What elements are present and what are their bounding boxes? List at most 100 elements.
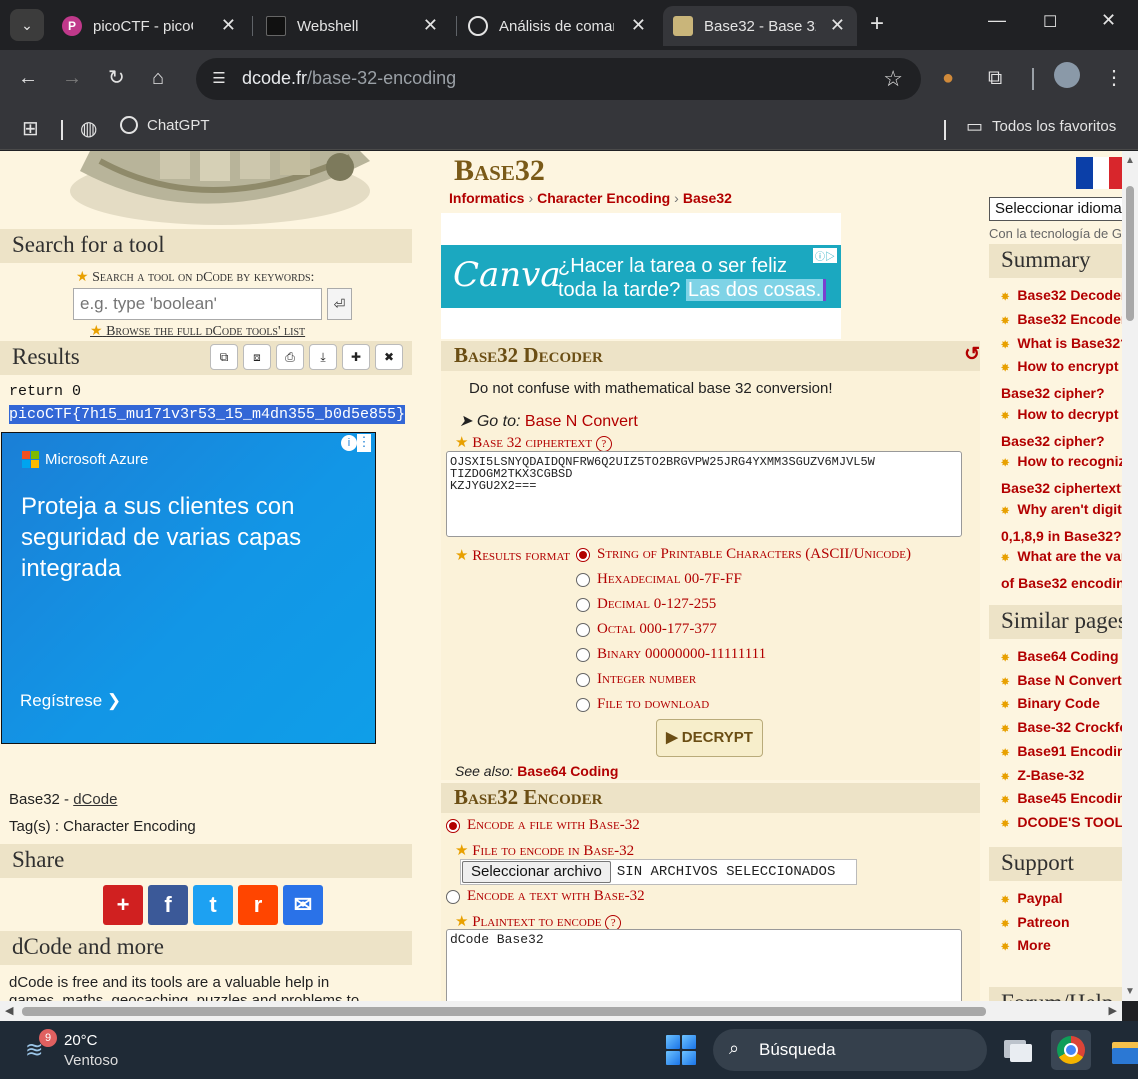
- format-option-binary[interactable]: Binary 00000000-11111111: [576, 646, 766, 663]
- tab-search-button[interactable]: ⌄: [10, 9, 44, 41]
- summary-link[interactable]: ✸ Base32 Encoder: [1001, 307, 1122, 334]
- horizontal-scrollbar[interactable]: ◀ ▶: [0, 1001, 1122, 1021]
- close-results-icon[interactable]: ✖: [375, 344, 403, 370]
- profile-avatar[interactable]: [1054, 62, 1080, 88]
- reddit-icon[interactable]: r: [238, 885, 278, 925]
- ad-info-icon[interactable]: i: [341, 435, 357, 451]
- language-select[interactable]: Seleccionar idioma: [989, 197, 1122, 221]
- globe-icon[interactable]: ◍: [80, 116, 97, 141]
- search-input[interactable]: [73, 288, 322, 320]
- chrome-taskbar-icon[interactable]: [1051, 1030, 1091, 1070]
- bookmark-star-icon[interactable]: ☆: [883, 66, 903, 92]
- search-tool-link[interactable]: ★ Search a tool on dCode by keywords:: [76, 269, 314, 286]
- right-sidebar: Seleccionar idioma Con la tecnología de …: [981, 151, 1122, 1001]
- ad-menu-icon[interactable]: ⋮: [357, 434, 371, 452]
- reload-button[interactable]: ↻: [108, 65, 125, 91]
- paypal-link[interactable]: ✸ Paypal: [1001, 886, 1063, 913]
- crumb-character-encoding[interactable]: Character Encoding: [537, 190, 670, 206]
- home-button[interactable]: ⌂: [152, 65, 164, 91]
- forward-button[interactable]: →: [62, 65, 82, 91]
- summary-link[interactable]: ✸ How to recognize Base32 ciphertext?: [1001, 449, 1122, 500]
- minimize-button[interactable]: —: [988, 10, 1006, 31]
- taskbar-search[interactable]: ⌕ Búsqueda: [713, 1029, 987, 1071]
- result-flag[interactable]: picoCTF{7h15_mu171v3r53_15_m4dn355_b0d5e…: [9, 405, 406, 424]
- tab-webshell[interactable]: Webshell ✕: [256, 6, 450, 46]
- french-flag-icon[interactable]: [1076, 157, 1122, 189]
- encode-file-option[interactable]: Encode a file with Base-32: [446, 817, 640, 834]
- crumb-base32[interactable]: Base32: [683, 190, 732, 206]
- format-option-hex[interactable]: Hexadecimal 00-7F-FF: [576, 571, 742, 588]
- azure-ad[interactable]: Microsoft Azure Proteja a sus clientes c…: [1, 432, 376, 744]
- back-button[interactable]: ←: [18, 65, 38, 91]
- result-line: return 0: [9, 383, 82, 400]
- reset-icon[interactable]: ↺: [964, 343, 980, 366]
- see-also-base64-link[interactable]: Base64 Coding: [517, 763, 618, 779]
- copy-all-icon[interactable]: ⧈: [243, 344, 271, 370]
- tab-picoctf[interactable]: P picoCTF - picoGym ✕: [54, 6, 248, 46]
- close-tab-icon[interactable]: ✕: [423, 15, 438, 36]
- ad-cta-link[interactable]: Regístrese ❯: [20, 691, 121, 711]
- windows-start-icon[interactable]: [666, 1035, 696, 1065]
- cookie-extension-icon[interactable]: ●: [942, 65, 954, 91]
- pin-icon[interactable]: ✚: [342, 344, 370, 370]
- similar-link[interactable]: ✸Base-32 Crockford: [1001, 715, 1122, 742]
- extensions-icon[interactable]: ⧉: [988, 65, 1002, 91]
- email-icon[interactable]: ✉: [283, 885, 323, 925]
- ciphertext-textarea[interactable]: OJSXI5LSNYQDAIDQNFRW6Q2UIZ5TO2BRGVPW25JR…: [446, 451, 962, 537]
- canva-ad[interactable]: Canva ¿Hacer la tarea o ser feliz toda la…: [441, 213, 841, 339]
- help-icon[interactable]: ?: [595, 436, 612, 452]
- close-tab-icon[interactable]: ✕: [221, 15, 236, 36]
- ad-info-icon[interactable]: ⓘ▷: [813, 248, 837, 263]
- tab-base32[interactable]: Base32 - Base 32 ✕: [663, 6, 857, 46]
- format-option-decimal[interactable]: Decimal 0-127-255: [576, 596, 716, 613]
- similar-link[interactable]: ✸ Binary Code: [1001, 691, 1100, 718]
- format-option-integer[interactable]: Integer number: [576, 671, 696, 688]
- new-tab-button[interactable]: +: [870, 12, 884, 36]
- close-window-button[interactable]: ✕: [1101, 10, 1116, 31]
- address-bar[interactable]: ☰ dcode.fr/base-32-encoding ☆: [196, 58, 921, 100]
- dcode-link[interactable]: dCode: [73, 791, 117, 808]
- summary-link[interactable]: ✸ How to decrypt Base32 cipher?: [1001, 402, 1122, 453]
- maximize-button[interactable]: ☐: [1043, 12, 1057, 32]
- format-option-ascii[interactable]: String of Printable Characters (ASCII/Un…: [576, 546, 911, 563]
- bookmark-all[interactable]: ▭ Todos los favoritos: [966, 116, 1116, 137]
- similar-link[interactable]: ✸DCODE'S TOOLS LIST: [1001, 810, 1122, 837]
- url-text[interactable]: dcode.fr/base-32-encoding: [242, 68, 456, 89]
- print-icon[interactable]: ⎙: [276, 344, 304, 370]
- apps-icon[interactable]: ⊞: [22, 116, 39, 141]
- choose-file-button[interactable]: Seleccionar archivo: [462, 861, 611, 883]
- more-support-link[interactable]: ✸ More: [1001, 933, 1051, 960]
- file-input[interactable]: Seleccionar archivo SIN ARCHIVOS SELECCI…: [460, 859, 857, 885]
- tab-chatgpt[interactable]: Análisis de comandos ✕: [460, 6, 658, 46]
- download-icon[interactable]: ⤓: [309, 344, 337, 370]
- summary-link[interactable]: ✸What are the variants of Base32 encodin…: [1001, 544, 1122, 595]
- browse-tools-link[interactable]: ★ Browse the full dCode tools' list: [90, 323, 305, 340]
- vertical-scrollbar[interactable]: ▲ ▼: [1122, 151, 1138, 1001]
- summary-link[interactable]: ✸ Base32 Decoder: [1001, 283, 1122, 310]
- file-explorer-icon[interactable]: [1106, 1030, 1138, 1070]
- twitter-icon[interactable]: t: [193, 885, 233, 925]
- format-option-file[interactable]: File to download: [576, 696, 709, 713]
- bookmark-chatgpt[interactable]: ChatGPT: [120, 116, 210, 134]
- similar-link[interactable]: ✸ Base64 Coding: [1001, 644, 1119, 671]
- crumb-informatics[interactable]: Informatics: [449, 190, 524, 206]
- plaintext-textarea[interactable]: dCode Base32: [446, 929, 962, 1001]
- close-tab-icon[interactable]: ✕: [830, 15, 845, 36]
- encode-text-option[interactable]: Encode a text with Base-32: [446, 888, 645, 905]
- search-submit-button[interactable]: ⏎: [327, 288, 352, 320]
- menu-icon[interactable]: ⋮: [1104, 65, 1124, 91]
- similar-link[interactable]: ✸Base45 Encoding: [1001, 786, 1122, 813]
- format-option-octal[interactable]: Octal 000-177-377: [576, 621, 717, 638]
- facebook-icon[interactable]: f: [148, 885, 188, 925]
- close-tab-icon[interactable]: ✕: [631, 15, 646, 36]
- windows-taskbar: ≋ 9 20°C Ventoso ⌕ Búsqueda: [0, 1021, 1138, 1079]
- summary-link[interactable]: ✸How to encrypt using Base32 cipher?: [1001, 354, 1122, 405]
- task-view-icon[interactable]: [998, 1030, 1038, 1070]
- goto-base-n-link[interactable]: Base N Convert: [525, 413, 638, 430]
- decrypt-button[interactable]: ▶ DECRYPT: [656, 719, 763, 757]
- summary-link[interactable]: ✸ Why aren't digits 0,1,8,9 in Base32?: [1001, 497, 1122, 548]
- site-info-icon[interactable]: ☰: [206, 67, 232, 91]
- share-plus-icon[interactable]: +: [103, 885, 143, 925]
- similar-link[interactable]: ✸Base91 Encoding: [1001, 739, 1122, 766]
- copy-icon[interactable]: ⧉: [210, 344, 238, 370]
